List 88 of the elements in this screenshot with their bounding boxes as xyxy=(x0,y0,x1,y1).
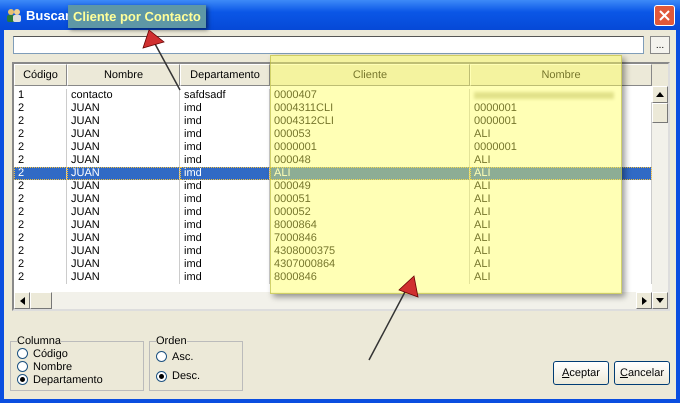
table-cell: imd xyxy=(180,206,270,219)
dialog-button[interactable]: Aceptar xyxy=(553,361,609,385)
table-cell: JUAN xyxy=(67,258,180,271)
search-field[interactable] xyxy=(13,36,644,54)
radio-option[interactable]: Desc. xyxy=(156,368,236,384)
table-cell: imd xyxy=(180,102,270,115)
table-cell: 0000407 xyxy=(270,89,470,102)
table-cell: 0004312CLI xyxy=(270,115,470,128)
table-cell: JUAN xyxy=(67,219,180,232)
table-cell: JUAN xyxy=(67,115,180,128)
table-cell: 2 xyxy=(14,271,67,284)
horizontal-scrollbar[interactable] xyxy=(14,292,652,309)
table-cell: imd xyxy=(180,271,270,284)
table-cell: 000053 xyxy=(270,128,470,141)
table-row[interactable]: 2 JUAN imd ALI ALI xyxy=(14,167,652,180)
table-cell: imd xyxy=(180,180,270,193)
table-cell: imd xyxy=(180,141,270,154)
scrollbar-thumb[interactable] xyxy=(652,103,668,123)
group-label: Orden xyxy=(156,335,187,347)
table-cell: 2 xyxy=(14,258,67,271)
column-header[interactable]: Código xyxy=(14,64,67,86)
people-icon xyxy=(6,7,22,23)
table-cell: 4308000375 xyxy=(270,245,470,258)
close-button[interactable] xyxy=(654,4,675,26)
table-cell: 2 xyxy=(14,141,67,154)
table-cell: contacto xyxy=(67,89,180,102)
table-cell: JUAN xyxy=(67,102,180,115)
table-cell: 2 xyxy=(14,128,67,141)
table-cell: 000049 xyxy=(270,180,470,193)
close-icon xyxy=(659,10,670,20)
group-label: Columna xyxy=(17,335,62,347)
table-cell: JUAN xyxy=(67,193,180,206)
table-cell: 0000001 xyxy=(270,141,470,154)
table-cell: imd xyxy=(180,115,270,128)
table-cell: ALI xyxy=(270,167,470,180)
column-header[interactable]: Cliente xyxy=(270,64,470,86)
radio-option[interactable]: Departamento xyxy=(17,373,137,386)
table-cell: 1 xyxy=(14,89,67,102)
table-cell: 2 xyxy=(14,115,67,128)
table-cell: imd xyxy=(180,232,270,245)
table-cell: 2 xyxy=(14,206,67,219)
table-cell: safdsadf xyxy=(180,89,270,102)
table-cell: imd xyxy=(180,193,270,206)
table-cell: imd xyxy=(180,167,270,180)
column-header[interactable]: Nombre xyxy=(470,64,652,86)
callout-label: Cliente por Contacto xyxy=(68,5,206,28)
table-cell: 2 xyxy=(14,193,67,206)
table-row[interactable]: 1 contacto safdsadf 0000407 xyxy=(14,89,652,102)
table-cell: imd xyxy=(180,128,270,141)
left-arrow-icon xyxy=(20,296,24,304)
table-cell: 2 xyxy=(14,180,67,193)
table-cell: 8000864 xyxy=(270,219,470,232)
table-cell: 000052 xyxy=(270,206,470,219)
table-cell: JUAN xyxy=(67,245,180,258)
right-arrow-icon xyxy=(642,296,646,304)
column-header[interactable]: Nombre xyxy=(67,64,180,86)
table-cell: JUAN xyxy=(67,271,180,284)
table-cell: 2 xyxy=(14,219,67,232)
browse-button[interactable]: ... xyxy=(650,36,670,54)
table-cell: 000051 xyxy=(270,193,470,206)
table-cell: 2 xyxy=(14,102,67,115)
table-cell: 7000846 xyxy=(270,232,470,245)
table-cell: 2 xyxy=(14,232,67,245)
table-cell: 2 xyxy=(14,167,67,180)
vertical-scrollbar[interactable] xyxy=(652,64,668,309)
table-cell: imd xyxy=(180,219,270,232)
column-header[interactable]: Departamento xyxy=(180,64,270,86)
radio-option[interactable]: Asc. xyxy=(156,349,236,364)
radio-option[interactable]: Código xyxy=(17,347,137,360)
table-cell: JUAN xyxy=(67,180,180,193)
table-cell: JUAN xyxy=(67,167,180,180)
table-cell: JUAN xyxy=(67,128,180,141)
up-arrow-icon xyxy=(656,92,664,97)
table-cell: 0004311CLI xyxy=(270,102,470,115)
table-cell: JUAN xyxy=(67,232,180,245)
down-arrow-icon xyxy=(656,298,664,303)
callout-arrow xyxy=(142,29,181,90)
table-cell: 4307000864 xyxy=(270,258,470,271)
dialog-button[interactable]: Cancelar xyxy=(614,361,670,385)
table-cell: JUAN xyxy=(67,141,180,154)
table-cell: imd xyxy=(180,245,270,258)
table-cell: 2 xyxy=(14,245,67,258)
table-cell: ALI xyxy=(470,167,652,180)
window-title: Buscar xyxy=(26,8,70,22)
table-cell: imd xyxy=(180,258,270,271)
scrollbar-thumb[interactable] xyxy=(30,292,52,309)
radio-option[interactable]: Nombre xyxy=(17,360,137,373)
table-cell: JUAN xyxy=(67,206,180,219)
